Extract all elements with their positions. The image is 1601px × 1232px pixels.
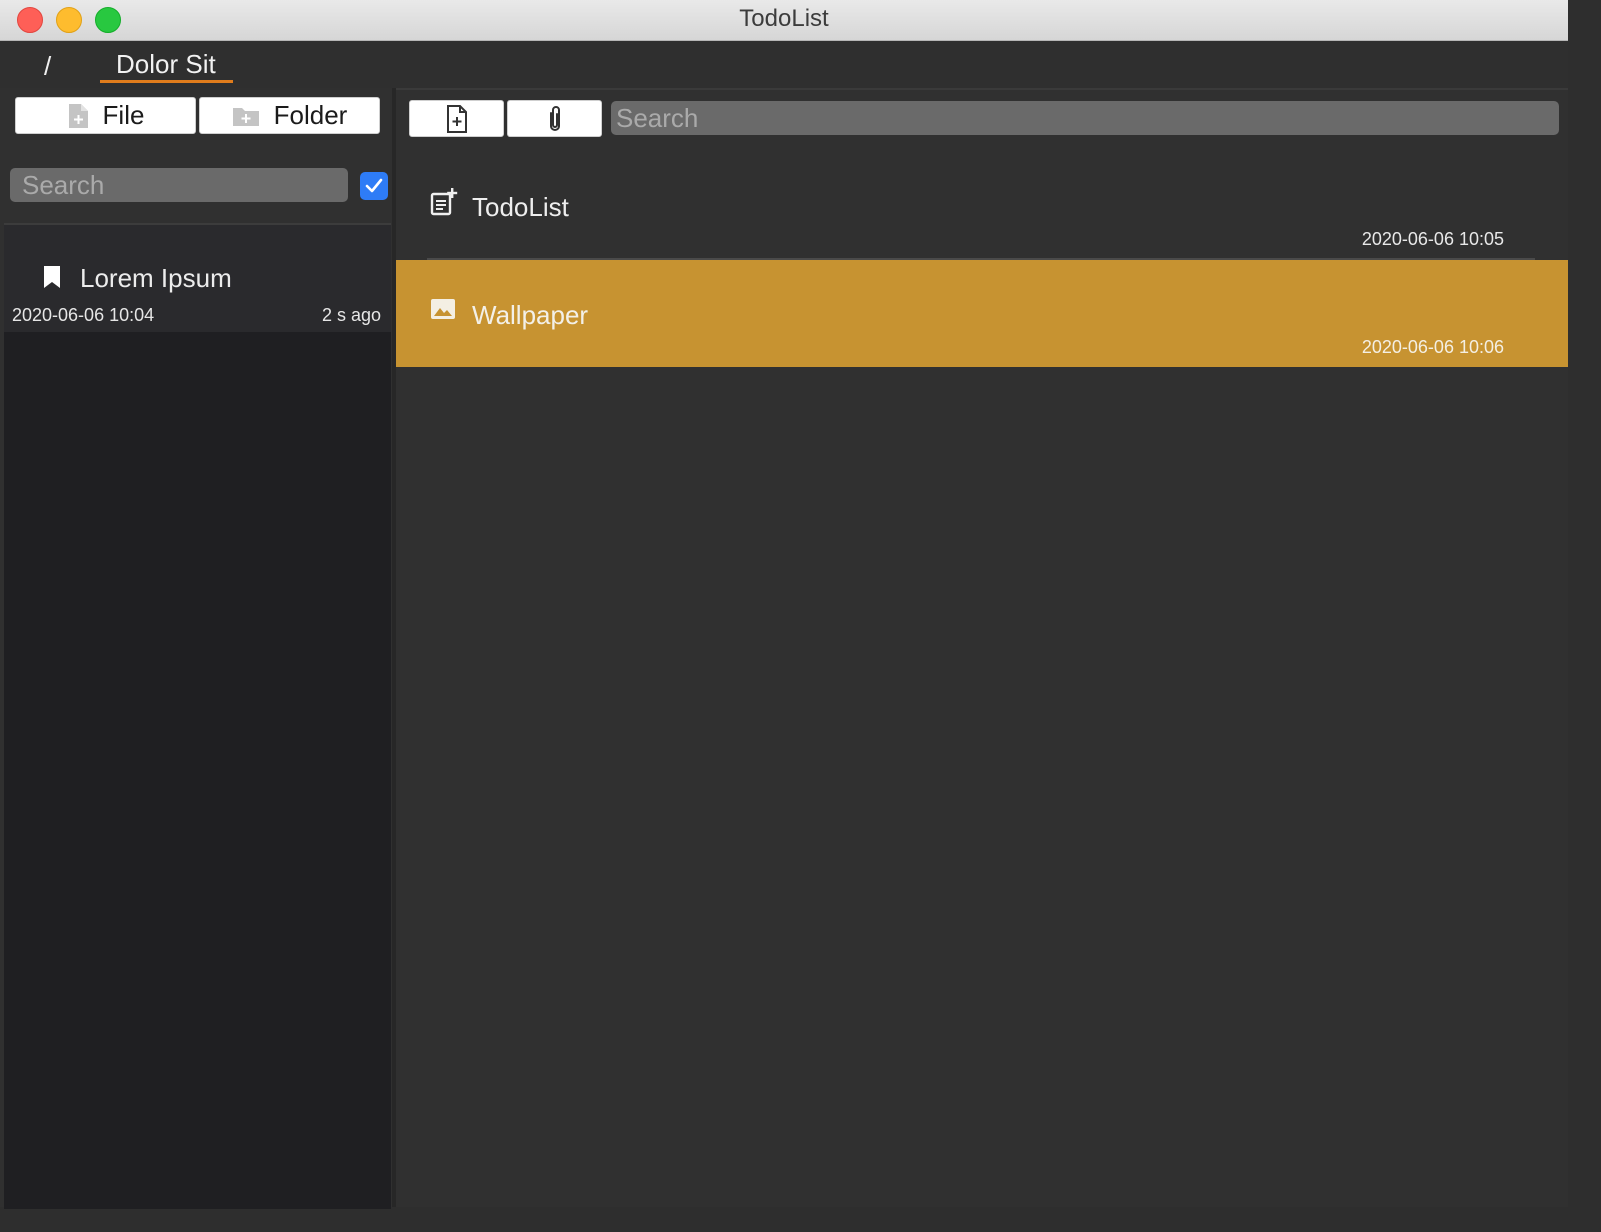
new-folder-button[interactable]: Folder [199,97,380,134]
table-row-selected[interactable]: Wallpaper 2020-06-06 10:06 [396,260,1568,367]
new-file-label: File [102,100,145,130]
app-window: TodoList / Dolor Sit File Folder Search … [0,0,1568,1209]
title-bar: TodoList [0,0,1568,41]
todo-add-icon [430,188,458,221]
item-title: Wallpaper [472,300,589,330]
note-relative-time: 2 s ago [321,305,381,325]
new-file-button[interactable]: File [15,97,196,134]
new-file-icon [446,104,467,133]
filter-checkbox[interactable] [360,172,388,200]
list-item[interactable]: Lorem Ipsum 2020-06-06 10:04 2 s ago [4,225,391,332]
checkmark-icon [365,178,383,193]
attach-button[interactable] [507,100,602,137]
paperclip-icon [549,105,560,131]
folder-add-icon [232,105,260,127]
bookmark-icon [42,265,62,294]
item-date: 2020-06-06 10:06 [1361,337,1504,357]
image-icon [430,296,456,327]
table-row[interactable]: TodoList 2020-06-06 10:05 [396,152,1568,259]
notebook-sidebar: File Folder L [0,88,393,1209]
note-title: Lorem Ipsum [80,263,232,293]
breadcrumb: / Dolor Sit [0,41,1568,88]
breadcrumb-root[interactable]: / [44,51,51,82]
window-title: TodoList [739,5,829,32]
new-item-button[interactable] [409,100,504,137]
item-list-panel: TodoList 2020-06-06 10:05 Wallpaper 2020… [396,88,1568,1207]
item-date: 2020-06-06 10:05 [1361,229,1504,249]
breadcrumb-current[interactable]: Dolor Sit [100,49,233,83]
notebook-list [4,223,391,1209]
note-date: 2020-06-06 10:04 [12,305,155,325]
item-search-input[interactable] [611,101,1559,135]
item-title: TodoList [472,192,569,222]
new-folder-label: Folder [273,100,348,130]
notebook-search-input[interactable] [10,168,348,202]
file-add-icon [67,103,89,129]
